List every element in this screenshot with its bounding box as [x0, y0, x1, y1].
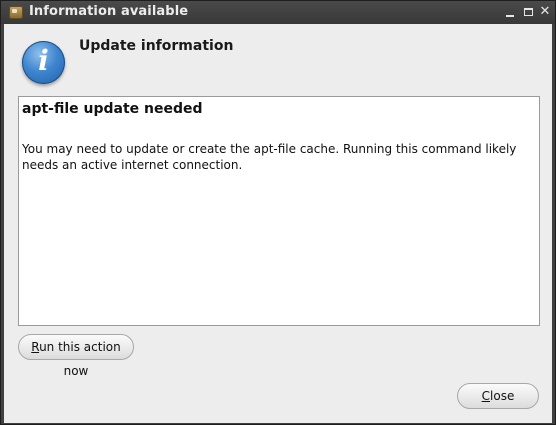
minimize-icon [506, 15, 514, 17]
dialog-window: Information available ✕ i Update informa… [0, 0, 556, 425]
close-icon: ✕ [539, 4, 551, 19]
run-action-button[interactable]: Run this action now [18, 334, 134, 378]
close-button[interactable]: Close [457, 383, 539, 409]
information-icon: i [22, 41, 65, 84]
dialog-heading: Update information [79, 38, 234, 54]
close-label: lose [490, 389, 515, 403]
run-action-label: un this action now [39, 340, 121, 378]
window-title: Information available [29, 4, 189, 19]
message-body: You may need to update or create the apt… [22, 142, 517, 172]
close-mnemonic: C [481, 389, 491, 403]
maximize-icon [523, 8, 533, 16]
app-icon [9, 6, 23, 19]
message-title: apt-file update needed [22, 101, 203, 117]
maximize-button[interactable] [519, 3, 537, 21]
dialog-content: i Update information apt-file update nee… [4, 24, 552, 423]
run-action-mnemonic: R [31, 340, 40, 354]
close-window-button[interactable]: ✕ [536, 3, 554, 21]
titlebar[interactable]: Information available ✕ [1, 1, 555, 24]
message-text-area[interactable]: apt-file update needed You may need to u… [18, 96, 540, 326]
minimize-button[interactable] [501, 3, 519, 21]
